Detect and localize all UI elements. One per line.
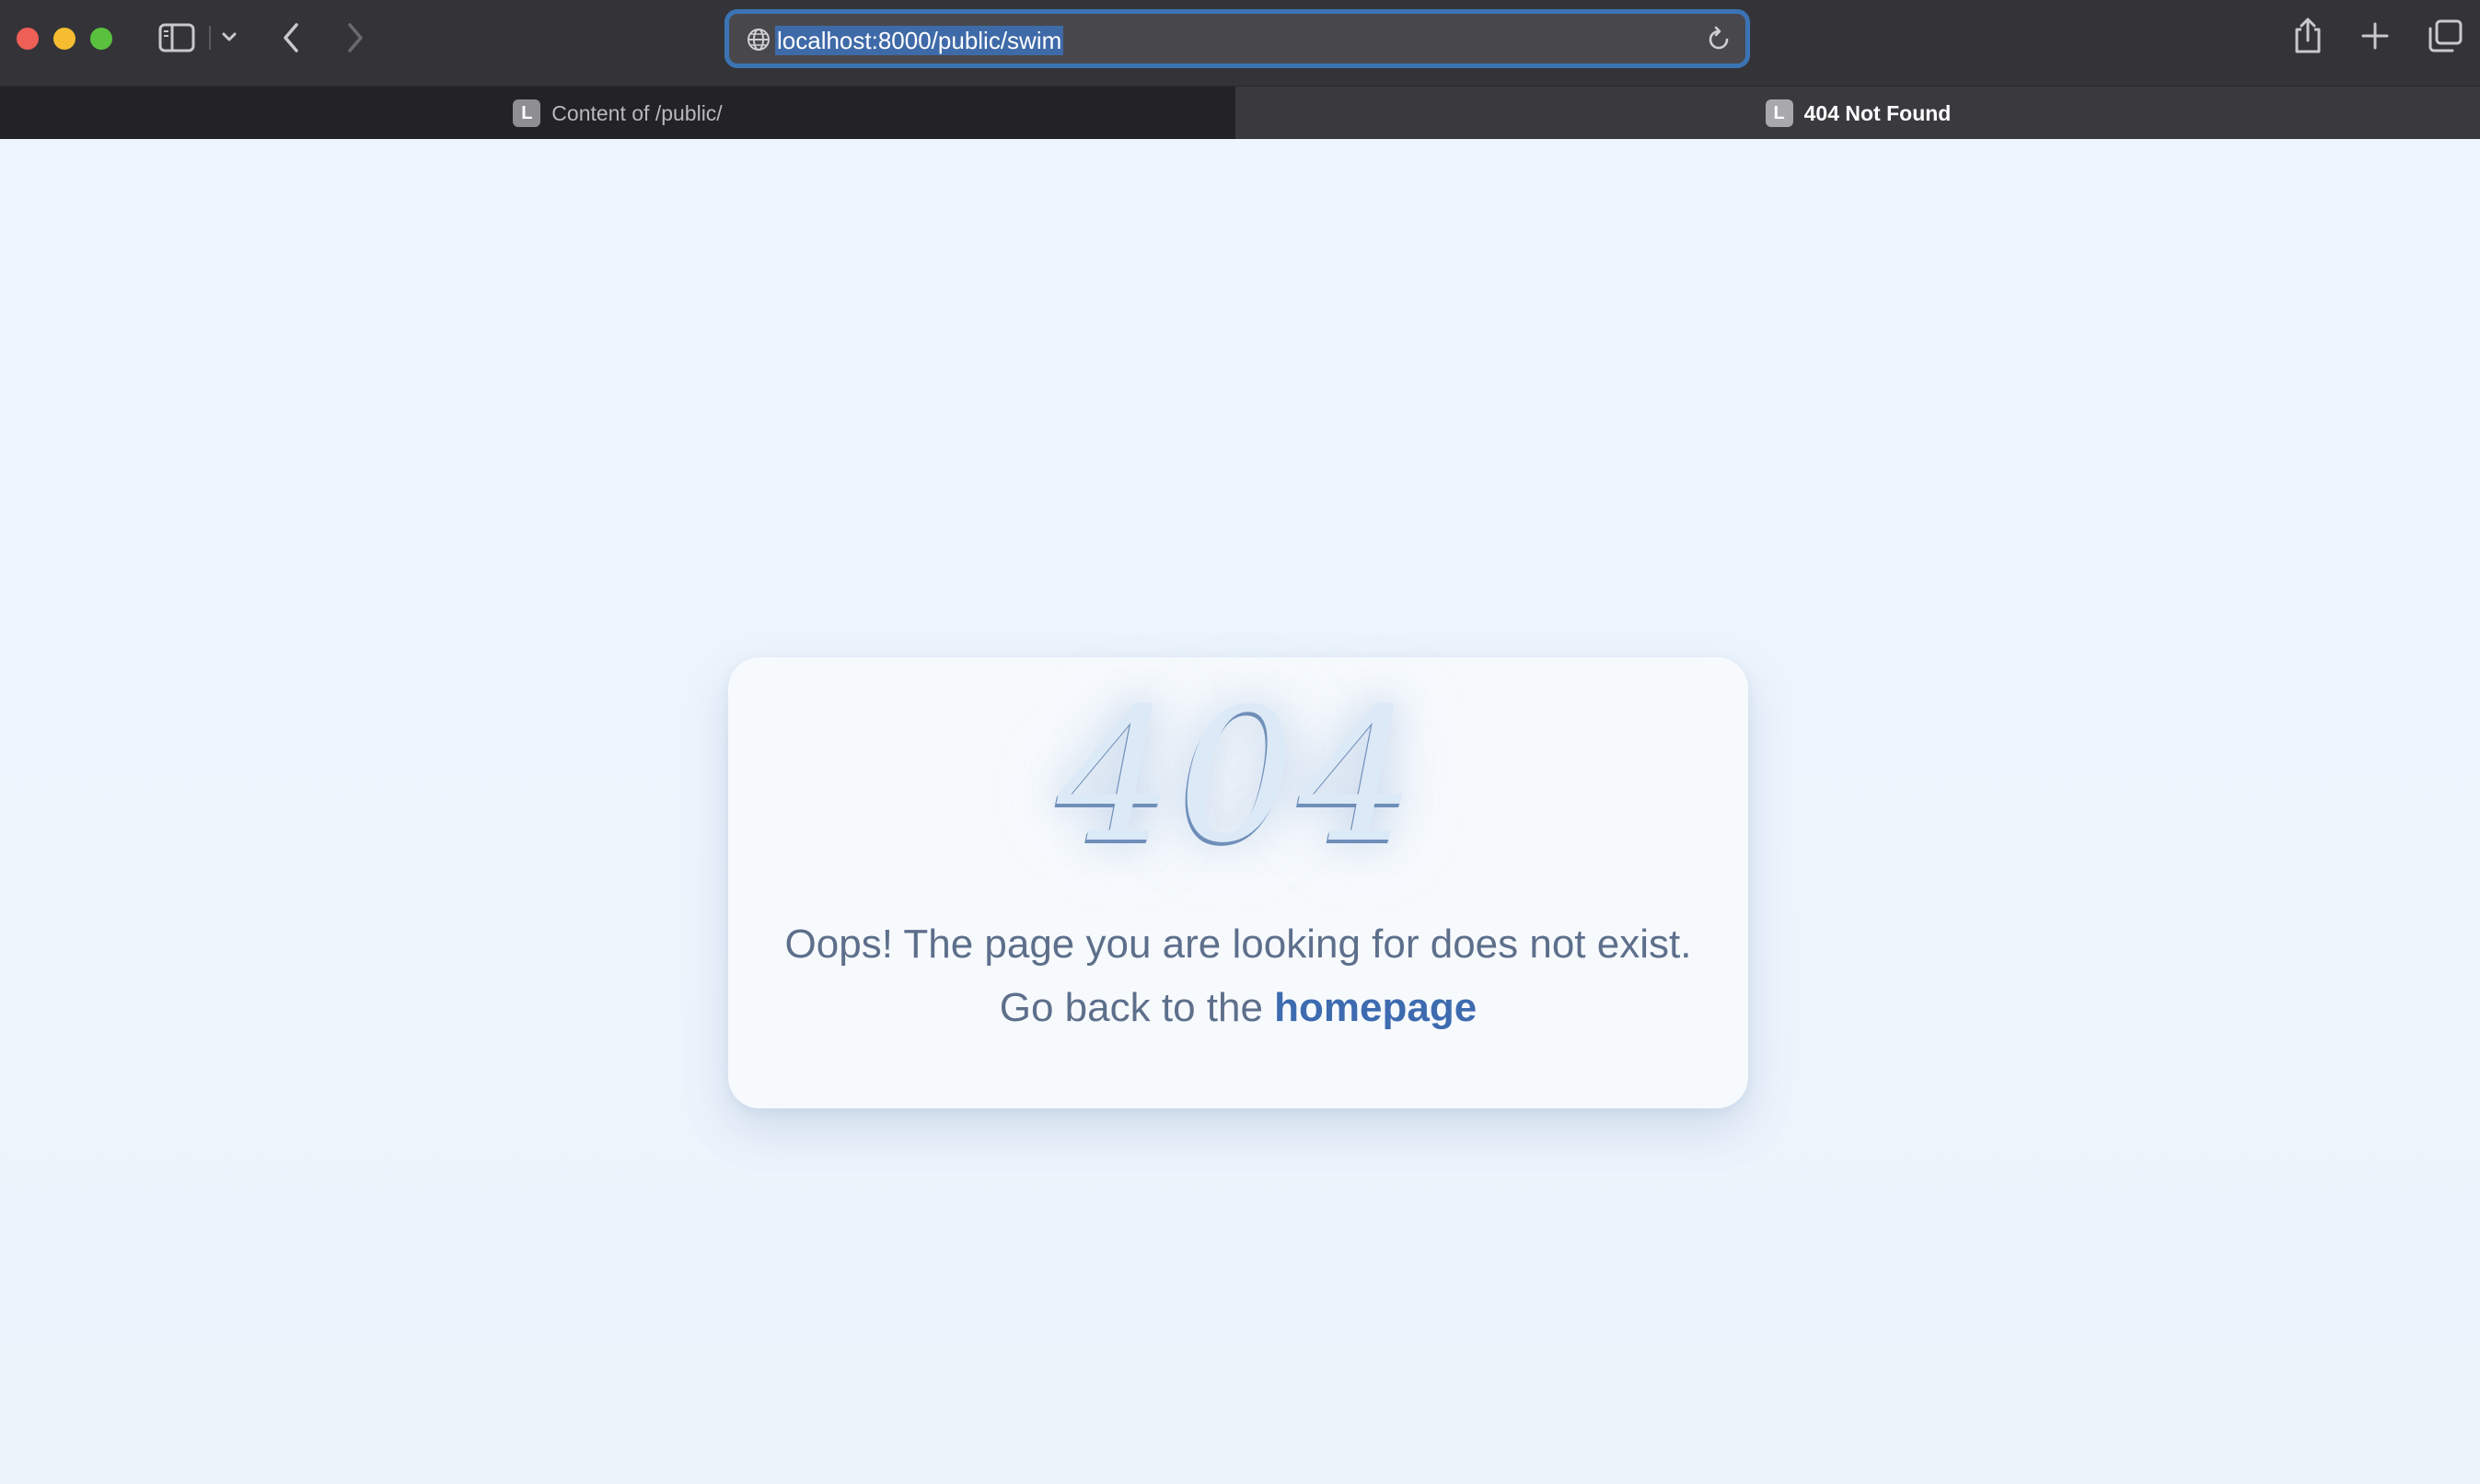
address-bar[interactable]: localhost:8000/public/swim [724, 9, 1750, 68]
address-url[interactable]: localhost:8000/public/swim [775, 26, 1064, 55]
share-icon[interactable] [2292, 17, 2324, 55]
globe-icon [746, 27, 771, 57]
homepage-link[interactable]: homepage [1274, 985, 1477, 1030]
error-code: 404 [1057, 669, 1420, 884]
error-message: Oops! The page you are looking for does … [784, 922, 1692, 967]
close-window-icon[interactable] [17, 28, 39, 50]
tab-404-not-found[interactable]: L 404 Not Found [1236, 87, 2480, 140]
back-line: Go back to the homepage [728, 983, 1748, 1033]
browser-toolbar: localhost:8000/public/swim [0, 0, 2480, 86]
sidebar-icon[interactable] [158, 22, 195, 53]
tab-title: Content of /public/ [551, 100, 723, 125]
page-viewport: 404 Oops! The page you are looking for d… [0, 139, 2480, 1484]
reload-icon[interactable] [1705, 26, 1733, 58]
back-prefix: Go back to the [999, 985, 1263, 1030]
tab-favicon: L [1765, 99, 1793, 127]
tab-bar: L Content of /public/ L 404 Not Found [0, 86, 2480, 140]
tab-overview-icon[interactable] [2427, 18, 2463, 53]
chevron-right-icon[interactable] [342, 21, 368, 54]
tab-title: 404 Not Found [1803, 100, 1952, 125]
chevron-left-icon[interactable] [278, 21, 304, 54]
minimize-window-icon[interactable] [53, 28, 75, 50]
plus-icon[interactable] [2359, 20, 2391, 52]
maximize-window-icon[interactable] [90, 28, 112, 50]
tab-favicon: L [513, 99, 541, 127]
tab-content-of-public[interactable]: L Content of /public/ [0, 87, 1235, 140]
error-card: 404 Oops! The page you are looking for d… [728, 657, 1748, 1108]
chevron-down-icon[interactable] [208, 24, 250, 52]
